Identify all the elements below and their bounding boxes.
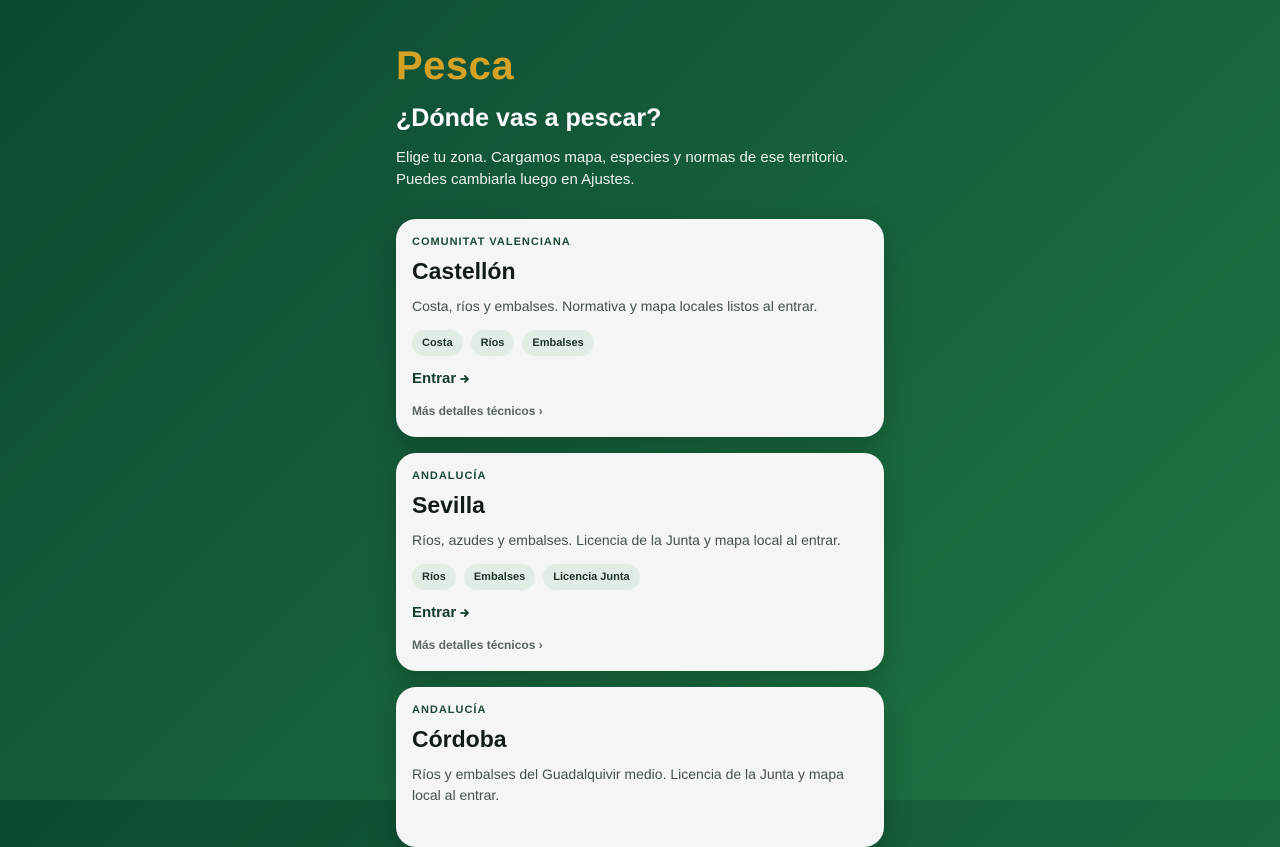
zone-name: Sevilla: [412, 492, 485, 518]
zone-card-castellon[interactable]: Comunitat Valenciana Castellón Costa, rí…: [396, 219, 884, 437]
zone-tags: Costa Ríos Embalses: [412, 330, 594, 356]
zone-tag: Embalses: [522, 330, 594, 356]
zone-name: Córdoba: [412, 726, 507, 752]
arrow-right-icon: [460, 608, 470, 617]
zone-card-cordoba[interactable]: Andalucía Córdoba Ríos y embalses del Gu…: [396, 687, 884, 847]
technical-details-link[interactable]: Más detalles técnicos ›: [412, 404, 543, 418]
zone-region-label: Comunitat Valenciana: [412, 236, 571, 248]
zone-description-line: Ríos, azudes y embalses. Licencia de la …: [412, 532, 841, 548]
enter-label: Entrar: [412, 370, 457, 387]
zone-description-line: Costa, ríos y embalses. Normativa y mapa…: [412, 298, 818, 314]
zone-description-line: local al entrar.: [412, 787, 500, 803]
zone-tag: Costa: [412, 330, 463, 356]
enter-label: Entrar: [412, 604, 457, 621]
technical-details-link[interactable]: Más detalles técnicos ›: [412, 638, 543, 652]
intro-line: Puedes cambiarla luego en Ajustes.: [396, 171, 635, 188]
page-headline: ¿Dónde vas a pescar?: [396, 104, 662, 132]
zone-tags: Ríos Embalses Licencia Junta: [412, 564, 640, 590]
arrow-right-icon: [460, 374, 470, 383]
intro-text: Elige tu zona. Cargamos mapa, especies y…: [396, 147, 884, 191]
zone-tag: Embalses: [463, 564, 536, 590]
zone-card-sevilla[interactable]: Andalucía Sevilla Ríos, azudes y embalse…: [396, 453, 884, 671]
enter-zone-button[interactable]: Entrar: [412, 370, 470, 387]
zone-name: Castellón: [412, 258, 516, 284]
intro-line: Elige tu zona. Cargamos mapa, especies y…: [396, 149, 848, 166]
enter-zone-button[interactable]: Entrar: [412, 604, 470, 621]
zone-region-label: Andalucía: [412, 704, 487, 716]
zone-description: Costa, ríos y embalses. Normativa y mapa…: [412, 296, 852, 317]
zone-description-line: Ríos y embalses del Guadalquivir medio. …: [412, 766, 844, 782]
zone-region-label: Andalucía: [412, 470, 487, 482]
zone-tag: Licencia Junta: [543, 564, 640, 590]
zone-tag: Ríos: [470, 330, 515, 356]
app-brand-title: Pesca: [396, 44, 515, 88]
zone-tag: Ríos: [412, 564, 456, 590]
zone-description: Ríos, azudes y embalses. Licencia de la …: [412, 530, 852, 551]
